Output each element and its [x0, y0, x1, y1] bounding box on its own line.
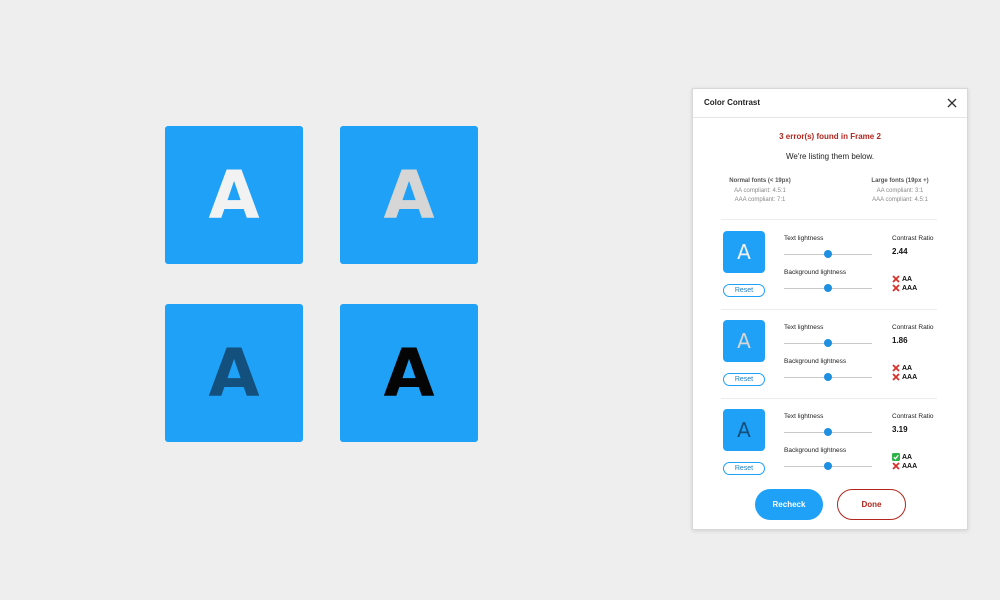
large-fonts-aa: AA compliant: 3:1 — [876, 187, 924, 194]
canvas-tile-1[interactable]: A — [165, 126, 303, 264]
contrast-ratio-label: Contrast Ratio — [892, 235, 934, 242]
contrast-ratio-label: Contrast Ratio — [892, 413, 934, 420]
aaa-label: AAA — [902, 462, 918, 470]
aa-result: AA — [892, 453, 912, 461]
reset-button[interactable]: Reset — [723, 462, 765, 475]
fail-icon — [892, 364, 900, 372]
aa-label: AA — [902, 364, 913, 372]
aaa-result: AAA — [892, 284, 917, 292]
aaa-result: AAA — [892, 462, 917, 470]
background-lightness-slider[interactable] — [784, 373, 872, 381]
background-lightness-label: Background lightness — [784, 358, 847, 365]
panel-header: Color Contrast — [693, 89, 967, 118]
error-preview: A — [723, 409, 765, 451]
recheck-button[interactable]: Recheck — [755, 489, 823, 520]
normal-fonts-aa: AA compliant: 4.5:1 — [734, 187, 786, 194]
text-lightness-label: Text lightness — [784, 413, 824, 420]
slider-thumb[interactable] — [824, 462, 832, 470]
pass-icon — [892, 453, 900, 461]
aaa-label: AAA — [902, 284, 918, 292]
background-lightness-slider[interactable] — [784, 284, 872, 292]
aaa-label: AAA — [902, 373, 918, 381]
panel-title: Color Contrast — [704, 98, 760, 107]
background-lightness-label: Background lightness — [784, 269, 847, 276]
fail-icon — [892, 284, 900, 292]
aa-label: AA — [902, 275, 913, 283]
text-lightness-slider[interactable] — [784, 339, 872, 347]
text-lightness-slider[interactable] — [784, 250, 872, 258]
color-contrast-panel: Color Contrast 3 error(s) found in Frame… — [692, 88, 968, 530]
background-lightness-slider[interactable] — [784, 462, 872, 470]
error-row-2: A Reset Text lightness Background lightn… — [693, 309, 967, 398]
tile-letter: A — [208, 334, 260, 412]
normal-fonts-aaa: AAA compliant: 7:1 — [734, 197, 786, 203]
slider-thumb[interactable] — [824, 250, 832, 258]
normal-fonts-info: Normal fonts (< 19px) AA compliant: 4.5:… — [705, 177, 815, 206]
error-summary: 3 error(s) found in Frame 2 — [779, 132, 881, 141]
contrast-ratio-value: 3.19 — [892, 425, 908, 434]
contrast-ratio-value: 2.44 — [892, 247, 908, 256]
large-fonts-info: Large fonts (19px +) AA compliant: 3:1 A… — [845, 177, 955, 206]
listing-text: We're listing them below. — [785, 152, 875, 161]
preview-letter: A — [737, 240, 751, 264]
slider-thumb[interactable] — [824, 373, 832, 381]
error-preview: A — [723, 231, 765, 273]
tile-letter: A — [383, 334, 435, 412]
canvas-tile-4[interactable]: A — [340, 304, 478, 442]
aaa-result: AAA — [892, 373, 917, 381]
text-lightness-label: Text lightness — [784, 324, 824, 331]
reset-button[interactable]: Reset — [723, 284, 765, 297]
normal-fonts-heading: Normal fonts (< 19px) — [729, 178, 791, 184]
slider-thumb[interactable] — [824, 339, 832, 347]
aa-result: AA — [892, 364, 912, 372]
fail-icon — [892, 373, 900, 381]
tile-letter: A — [208, 156, 260, 234]
canvas-tile-2[interactable]: A — [340, 126, 478, 264]
done-button[interactable]: Done — [837, 489, 906, 520]
error-row-3: A Reset Text lightness Background lightn… — [693, 398, 967, 487]
error-row-1: A Reset Text lightness Background lightn… — [693, 220, 967, 309]
contrast-ratio-label: Contrast Ratio — [892, 324, 934, 331]
canvas-tile-3[interactable]: A — [165, 304, 303, 442]
preview-letter: A — [737, 418, 751, 442]
large-fonts-aaa: AAA compliant: 4.5:1 — [872, 197, 928, 203]
tile-letter: A — [383, 156, 435, 234]
text-lightness-label: Text lightness — [784, 235, 824, 242]
text-lightness-slider[interactable] — [784, 428, 872, 436]
large-fonts-heading: Large fonts (19px +) — [871, 178, 929, 184]
background-lightness-label: Background lightness — [784, 447, 847, 454]
slider-thumb[interactable] — [824, 428, 832, 436]
fail-icon — [892, 462, 900, 470]
aa-result: AA — [892, 275, 912, 283]
close-icon — [947, 98, 957, 108]
aa-label: AA — [902, 453, 913, 461]
reset-button[interactable]: Reset — [723, 373, 765, 386]
close-button[interactable] — [945, 96, 959, 110]
error-preview: A — [723, 320, 765, 362]
preview-letter: A — [737, 329, 751, 353]
contrast-ratio-value: 1.86 — [892, 336, 908, 345]
slider-thumb[interactable] — [824, 284, 832, 292]
fail-icon — [892, 275, 900, 283]
